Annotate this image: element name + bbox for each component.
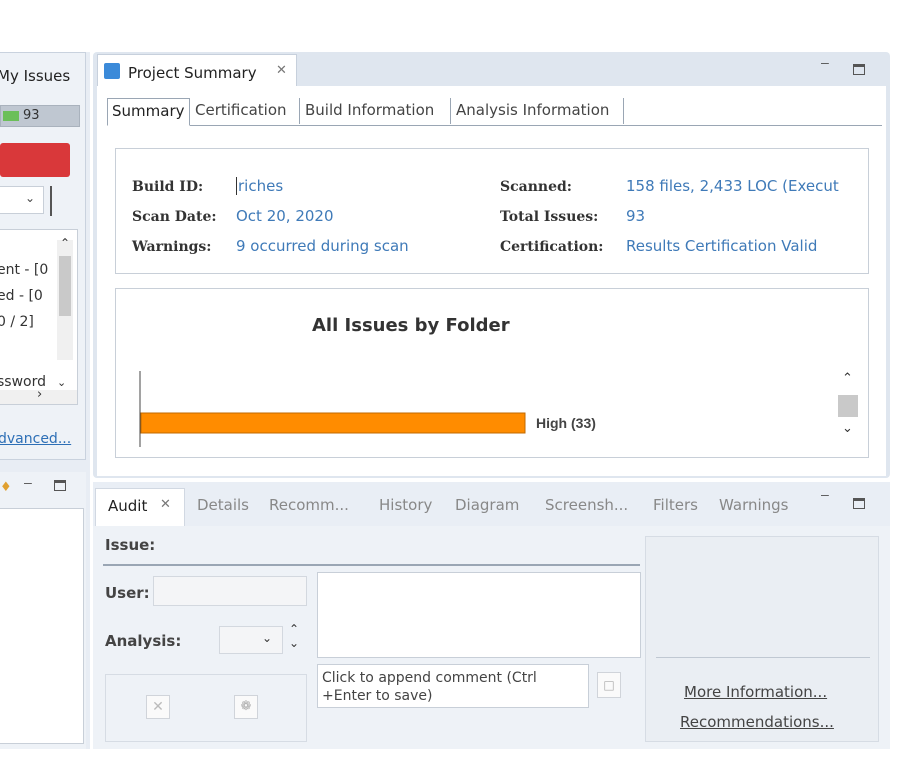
filter-icon[interactable]: ♦ [0,480,12,495]
chevron-down-icon: ⌄ [57,376,67,389]
issue-label: Issue: [105,536,156,554]
tab-separator [299,98,300,124]
summary-content: Summary Certification Build Information … [97,86,886,476]
tab-recommendations[interactable]: Recomm... [269,496,349,514]
issue-divider [103,564,640,566]
analysis-stepper-icon[interactable]: ⌃ ⌄ [289,622,299,650]
close-icon[interactable]: ✕ [276,63,287,78]
minimize-icon[interactable]: — [821,488,829,503]
minimize-icon[interactable]: — [821,56,829,71]
scroll-right-icon: › [37,387,43,402]
chevron-down-icon: ⌄ [25,191,36,205]
vertical-scrollbar[interactable]: ⌃ [57,236,73,360]
list-item[interactable]: ed - [0 [0,288,43,304]
list-item[interactable]: ent - [0 [0,262,48,278]
scroll-up-icon: ⌃ [60,236,71,250]
scan-info-box: Build ID: riches Scan Date: Oct 20, 2020… [115,148,869,274]
project-summary-icon [104,63,120,79]
text-cursor [50,186,52,216]
recommendations-link[interactable]: Recommendations... [680,713,834,731]
certification-label: Certification: [500,239,604,255]
scroll-thumb[interactable] [838,395,858,417]
scroll-down-icon: ⌄ [842,421,853,436]
maximize-icon[interactable] [853,498,865,509]
build-id-label: Build ID: [132,179,204,195]
subtab-build-information[interactable]: Build Information [305,101,434,119]
tab-screenshots[interactable]: Screensh... [545,496,628,514]
issue-tree-list[interactable]: ent - [0 ed - [0 0 / 2] ssword ⌄ ⌃ › [0,229,78,405]
tab-audit-label: Audit [108,497,148,515]
maximize-icon[interactable] [54,480,66,491]
comment-input[interactable]: Click to append comment (Ctrl +Enter to … [317,664,589,708]
critical-bar[interactable] [0,143,70,177]
total-issues-value[interactable]: 93 [626,207,645,225]
issue-count: 93 [23,108,40,123]
advanced-link[interactable]: dvanced... [0,431,71,447]
tab-warnings[interactable]: Warnings [719,496,789,514]
tab-audit[interactable]: Audit ✕ [95,488,185,526]
tab-diagram[interactable]: Diagram [455,496,519,514]
info-divider [656,657,870,658]
horizontal-scrollbar[interactable]: › [0,387,77,404]
comment-history-box[interactable] [317,572,641,658]
subtab-analysis-information[interactable]: Analysis Information [456,101,609,119]
minimize-icon[interactable]: — [24,476,32,491]
scan-date-value[interactable]: Oct 20, 2020 [236,207,334,225]
subtab-summary[interactable]: Summary [107,98,190,126]
tab-history[interactable]: History [379,496,432,514]
my-issues-tab[interactable]: My Issues [0,65,86,93]
warnings-label: Warnings: [132,239,212,255]
suppress-button[interactable]: ✕ [146,695,170,719]
audit-content: Issue: User: Analysis: ⌄ ⌃ ⌄ ✕ ❁ Click to… [93,526,890,749]
tab-separator [450,98,451,124]
scroll-thumb[interactable] [59,256,71,316]
project-summary-tab-label: Project Summary [128,64,257,82]
scroll-up-icon: ⌃ [842,371,853,386]
scanned-label: Scanned: [500,179,572,195]
summary-subtabs: Summary Certification Build Information … [107,98,882,126]
subtab-certification[interactable]: Certification [195,101,287,119]
warnings-value[interactable]: 9 occurred during scan [236,237,409,255]
left-bottom-content [0,508,84,744]
certification-value[interactable]: Results Certification Valid [626,237,866,255]
more-information-link[interactable]: More Information... [684,683,827,701]
chart-bar[interactable] [140,412,526,434]
count-color-swatch [3,111,19,121]
total-issues-label: Total Issues: [500,209,599,225]
bug-icon[interactable]: ❁ [234,695,258,719]
tab-separator [623,98,624,124]
audit-view: Audit ✕ Details Recomm... History Diagra… [93,482,890,749]
left-panel: My Issues 93 ⌄ ent - [0 ed - [0 0 / 2] s… [0,52,90,749]
project-summary-tab[interactable]: Project Summary ✕ [97,54,297,88]
action-buttons-box: ✕ ❁ [105,674,307,742]
scanned-value[interactable]: 158 files, 2,433 LOC (Execut [626,177,866,195]
build-id-value[interactable]: riches [236,177,283,195]
chart-box: All Issues by Folder High (33) ⌃ ⌄ [115,288,869,458]
chart-scrollbar[interactable]: ⌃ ⌄ [838,371,858,447]
list-item[interactable]: 0 / 2] [0,314,34,330]
user-label: User: [105,584,150,602]
maximize-icon[interactable] [853,64,865,75]
user-field[interactable] [153,576,307,606]
chart-bar-label: High (33) [536,415,596,431]
chart-svg: High (33) [139,371,596,447]
project-summary-view: Project Summary ✕ — Summary Certificatio… [93,52,890,478]
tab-details[interactable]: Details [197,496,249,514]
info-box: More Information... Recommendations... [645,536,879,742]
close-icon[interactable]: ✕ [160,497,171,512]
issue-count-bar: 93 [0,105,80,127]
grouping-dropdown[interactable]: ⌄ [0,186,44,214]
audit-tabs: Audit ✕ Details Recomm... History Diagra… [93,482,890,526]
chevron-down-icon: ⌄ [262,631,273,645]
scan-date-label: Scan Date: [132,209,217,225]
my-issues-tab-label: My Issues [0,67,71,85]
analysis-label: Analysis: [105,632,182,650]
left-bottom-view: ♦ — [0,472,86,749]
tab-filters[interactable]: Filters [653,496,698,514]
add-comment-icon[interactable]: □ [597,672,621,698]
analysis-dropdown[interactable]: ⌄ [219,626,283,654]
my-issues-view: My Issues 93 ⌄ ent - [0 ed - [0 0 / 2] s… [0,52,86,460]
